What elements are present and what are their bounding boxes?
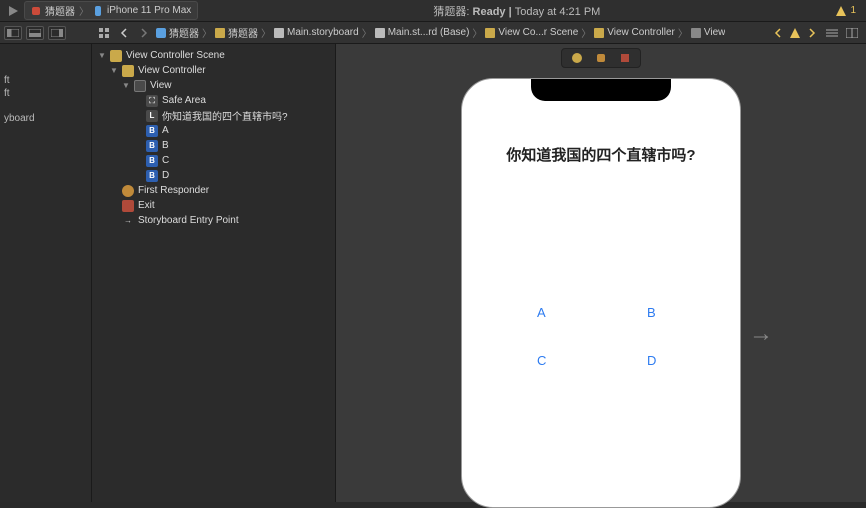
outline-button-c[interactable]: BC: [92, 153, 335, 168]
answer-button-a[interactable]: A: [537, 305, 546, 320]
answer-button-b[interactable]: B: [647, 305, 656, 320]
first-responder-dock-icon[interactable]: [594, 51, 608, 65]
outline-exit[interactable]: Exit: [92, 198, 335, 213]
outline-view[interactable]: ▼View: [92, 78, 335, 93]
related-items-icon[interactable]: [96, 26, 112, 40]
outline-button-a[interactable]: BA: [92, 123, 335, 138]
adjust-editor-icon[interactable]: [824, 26, 840, 40]
document-outline[interactable]: ▼View Controller Scene ▼View Controller …: [92, 44, 336, 502]
file-item[interactable]: ft: [4, 87, 91, 100]
jump-bar[interactable]: 猜题器〉 猜题器〉 Main.storyboard〉 Main.st...rd …: [156, 25, 725, 40]
add-editor-icon[interactable]: [844, 26, 860, 40]
run-stop-icon[interactable]: [6, 4, 20, 18]
device-preview-iphone[interactable]: 你知道我国的四个直辖市吗? A B C D: [461, 78, 741, 508]
outline-button-b[interactable]: BB: [92, 138, 335, 153]
editor-toolbar: 猜题器〉 猜题器〉 Main.storyboard〉 Main.st...rd …: [0, 22, 866, 44]
outline-label-question[interactable]: L你知道我国的四个直辖市吗?: [92, 108, 335, 123]
panel-toggle-left-icon[interactable]: [4, 26, 22, 40]
nav-forward-icon[interactable]: [136, 26, 152, 40]
issue-prev-icon[interactable]: [770, 26, 786, 40]
file-item[interactable]: ft: [4, 74, 91, 87]
scheme-selector[interactable]: 猜题器 〉 iPhone 11 Pro Max: [24, 1, 198, 20]
outline-first-responder[interactable]: First Responder: [92, 183, 335, 198]
outline-button-d[interactable]: BD: [92, 168, 335, 183]
scheme-app-name: 猜题器: [45, 3, 75, 18]
answer-button-d[interactable]: D: [647, 353, 656, 368]
project-navigator[interactable]: ft ft yboard: [0, 44, 92, 502]
issue-next-icon[interactable]: [804, 26, 820, 40]
panel-toggle-right-icon[interactable]: [48, 26, 66, 40]
window-titlebar: 猜题器 〉 iPhone 11 Pro Max 猜题器: Ready | Tod…: [0, 0, 866, 22]
outline-entry-point[interactable]: →Storyboard Entry Point: [92, 213, 335, 228]
entry-point-arrow-icon[interactable]: →: [749, 320, 773, 348]
scheme-device: iPhone 11 Pro Max: [107, 5, 191, 16]
issue-warning-icon[interactable]: [790, 28, 800, 38]
panel-toggle-bottom-icon[interactable]: [26, 26, 44, 40]
exit-dock-icon[interactable]: [618, 51, 632, 65]
scene-dock[interactable]: [561, 48, 641, 68]
answer-button-c[interactable]: C: [537, 353, 546, 368]
outline-scene[interactable]: ▼View Controller Scene: [92, 48, 335, 63]
vc-dock-icon[interactable]: [570, 51, 584, 65]
nav-back-icon[interactable]: [116, 26, 132, 40]
device-notch: [531, 79, 671, 101]
outline-safe-area[interactable]: ⛶Safe Area: [92, 93, 335, 108]
interface-builder-canvas[interactable]: → 你知道我国的四个直辖市吗? A B C D: [336, 44, 866, 502]
warning-count: 1: [850, 5, 856, 16]
file-item[interactable]: yboard: [4, 112, 91, 125]
activity-status: 猜题器: Ready | Today at 4:21 PM: [198, 3, 835, 19]
question-label[interactable]: 你知道我国的四个直辖市吗?: [462, 144, 740, 165]
warnings-indicator[interactable]: 1: [835, 5, 856, 17]
outline-view-controller[interactable]: ▼View Controller: [92, 63, 335, 78]
